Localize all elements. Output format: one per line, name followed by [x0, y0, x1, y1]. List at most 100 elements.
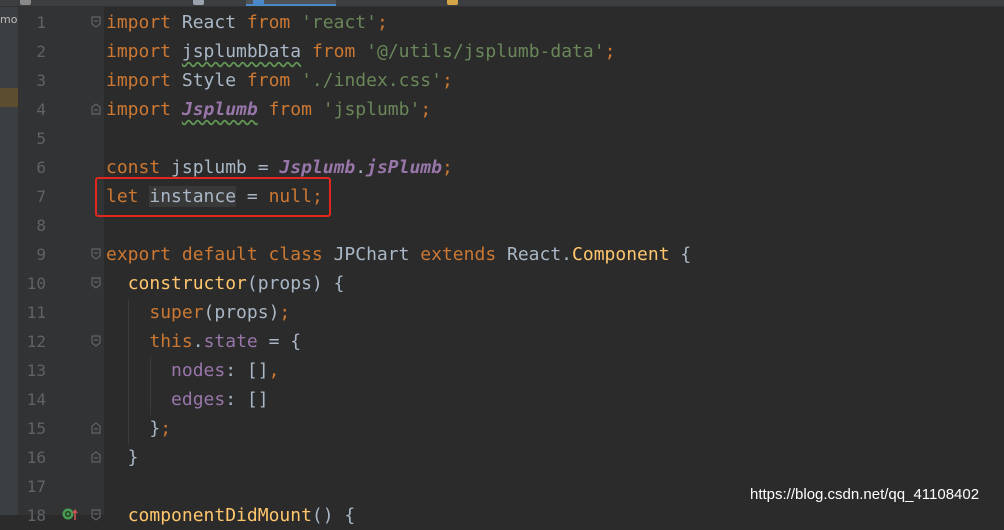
code-text-token[interactable]: JPChart — [323, 244, 421, 265]
code-line[interactable]: nodes: [], — [106, 356, 279, 385]
editor-tab[interactable] — [440, 0, 500, 6]
code-punctuation-token[interactable]: ; — [420, 99, 431, 120]
code-line[interactable]: import React from 'react'; — [106, 8, 388, 37]
code-text-token[interactable] — [106, 302, 149, 323]
code-line[interactable]: } — [106, 443, 139, 472]
editor-tab-active[interactable] — [246, 0, 336, 6]
code-line[interactable]: constructor(props) { — [106, 269, 345, 298]
code-text-token[interactable] — [106, 505, 128, 526]
fold-start-icon[interactable] — [91, 16, 101, 28]
code-property-token[interactable]: edges — [171, 389, 225, 410]
code-text-token[interactable]: (props) — [204, 302, 280, 323]
code-line[interactable]: edges: [] — [106, 385, 269, 414]
code-text-token[interactable]: { — [670, 244, 691, 265]
code-keyword-token[interactable]: extends — [420, 244, 496, 265]
code-punctuation-token[interactable]: ; — [442, 70, 453, 91]
code-text-token[interactable]: } — [106, 447, 139, 468]
code-keyword-token[interactable]: const — [106, 157, 160, 178]
code-keyword-token[interactable]: import — [106, 12, 171, 33]
code-text-token[interactable] — [106, 360, 171, 381]
code-text-token[interactable]: Style — [171, 70, 247, 91]
fold-end-icon[interactable] — [91, 103, 101, 115]
code-keyword-token[interactable]: from — [269, 99, 312, 120]
fold-end-icon[interactable] — [91, 451, 101, 463]
code-keyword-token[interactable]: from — [247, 12, 290, 33]
code-text-token[interactable]: jsplumbData — [182, 41, 301, 62]
code-text-token[interactable] — [106, 331, 149, 352]
code-punctuation-token[interactable]: ; — [279, 302, 290, 323]
css-file-icon — [447, 0, 458, 5]
code-string-token[interactable]: './index.css' — [301, 70, 442, 91]
code-punctuation-token[interactable]: ; — [442, 157, 453, 178]
code-text-token[interactable] — [171, 41, 182, 62]
project-panel[interactable]: mo — [0, 7, 19, 515]
code-function-token[interactable]: componentDidMount — [128, 505, 312, 526]
code-line[interactable]: export default class JPChart extends Rea… — [106, 240, 691, 269]
code-string-token[interactable]: 'jsplumb' — [323, 99, 421, 120]
code-string-token[interactable]: '@/utils/jsplumb-data' — [366, 41, 604, 62]
line-number: 10 — [26, 274, 46, 293]
code-string-token[interactable]: 'react' — [301, 12, 377, 33]
fold-start-icon[interactable] — [91, 335, 101, 347]
code-line[interactable]: componentDidMount() { — [106, 501, 356, 530]
code-text-token[interactable]: . — [193, 331, 204, 352]
code-text-token[interactable] — [355, 41, 366, 62]
code-text-token[interactable]: jsplumb = — [160, 157, 279, 178]
code-keyword-token[interactable]: this — [149, 331, 192, 352]
code-keyword-token[interactable]: import — [106, 41, 171, 62]
code-text-token[interactable]: () { — [312, 505, 355, 526]
code-keyword-token[interactable]: super — [149, 302, 203, 323]
code-keyword-token[interactable]: from — [247, 70, 290, 91]
code-text-token[interactable]: : [] — [225, 360, 268, 381]
code-italic-global-token[interactable]: jsPlumb — [366, 157, 442, 178]
code-punctuation-token[interactable]: , — [269, 360, 280, 381]
project-tree-label[interactable]: mo — [0, 13, 17, 26]
editor-tab[interactable] — [186, 0, 244, 6]
editor-tab[interactable] — [14, 0, 74, 6]
fold-start-icon[interactable] — [91, 277, 101, 289]
code-line[interactable]: this.state = { — [106, 327, 301, 356]
code-text-token[interactable] — [106, 273, 128, 294]
code-keyword-token[interactable]: from — [312, 41, 355, 62]
code-line[interactable]: import jsplumbData from '@/utils/jsplumb… — [106, 37, 615, 66]
code-text-token[interactable]: (props) { — [247, 273, 345, 294]
line-number: 1 — [36, 13, 46, 32]
fold-start-icon[interactable] — [91, 248, 101, 260]
code-function-token[interactable]: Component — [572, 244, 670, 265]
code-text-token[interactable]: React. — [496, 244, 572, 265]
line-number: 5 — [36, 129, 46, 148]
code-function-token[interactable]: constructor — [128, 273, 247, 294]
line-number: 7 — [36, 187, 46, 206]
code-text-token[interactable] — [258, 99, 269, 120]
code-text-token[interactable]: : [] — [225, 389, 268, 410]
fold-end-icon[interactable] — [91, 422, 101, 434]
code-text-token[interactable]: } — [106, 418, 160, 439]
code-line[interactable]: super(props); — [106, 298, 290, 327]
code-line[interactable]: import Jsplumb from 'jsplumb'; — [106, 95, 431, 124]
code-italic-global-token[interactable]: Jsplumb — [182, 99, 258, 120]
code-text-token[interactable] — [171, 99, 182, 120]
code-text-token[interactable]: . — [355, 157, 366, 178]
code-punctuation-token[interactable]: ; — [605, 41, 616, 62]
code-property-token[interactable]: state — [204, 331, 258, 352]
code-keyword-token[interactable]: export default class — [106, 244, 323, 265]
override-method-icon[interactable] — [62, 507, 80, 521]
line-number: 12 — [26, 332, 46, 351]
code-text-token[interactable] — [301, 41, 312, 62]
code-text-token[interactable] — [290, 70, 301, 91]
code-keyword-token[interactable]: import — [106, 70, 171, 91]
fold-start-icon[interactable] — [91, 509, 101, 521]
code-property-token[interactable]: nodes — [171, 360, 225, 381]
project-tree-selected-row[interactable] — [0, 88, 18, 107]
code-text-token[interactable] — [106, 389, 171, 410]
code-punctuation-token[interactable]: ; — [377, 12, 388, 33]
code-text-token[interactable]: = { — [258, 331, 302, 352]
code-punctuation-token[interactable]: ; — [160, 418, 171, 439]
code-line[interactable]: import Style from './index.css'; — [106, 66, 453, 95]
code-text-token[interactable] — [312, 99, 323, 120]
code-text-token[interactable] — [290, 12, 301, 33]
code-italic-global-token[interactable]: Jsplumb — [279, 157, 355, 178]
code-line[interactable]: }; — [106, 414, 171, 443]
code-keyword-token[interactable]: import — [106, 99, 171, 120]
code-text-token[interactable]: React — [171, 12, 247, 33]
